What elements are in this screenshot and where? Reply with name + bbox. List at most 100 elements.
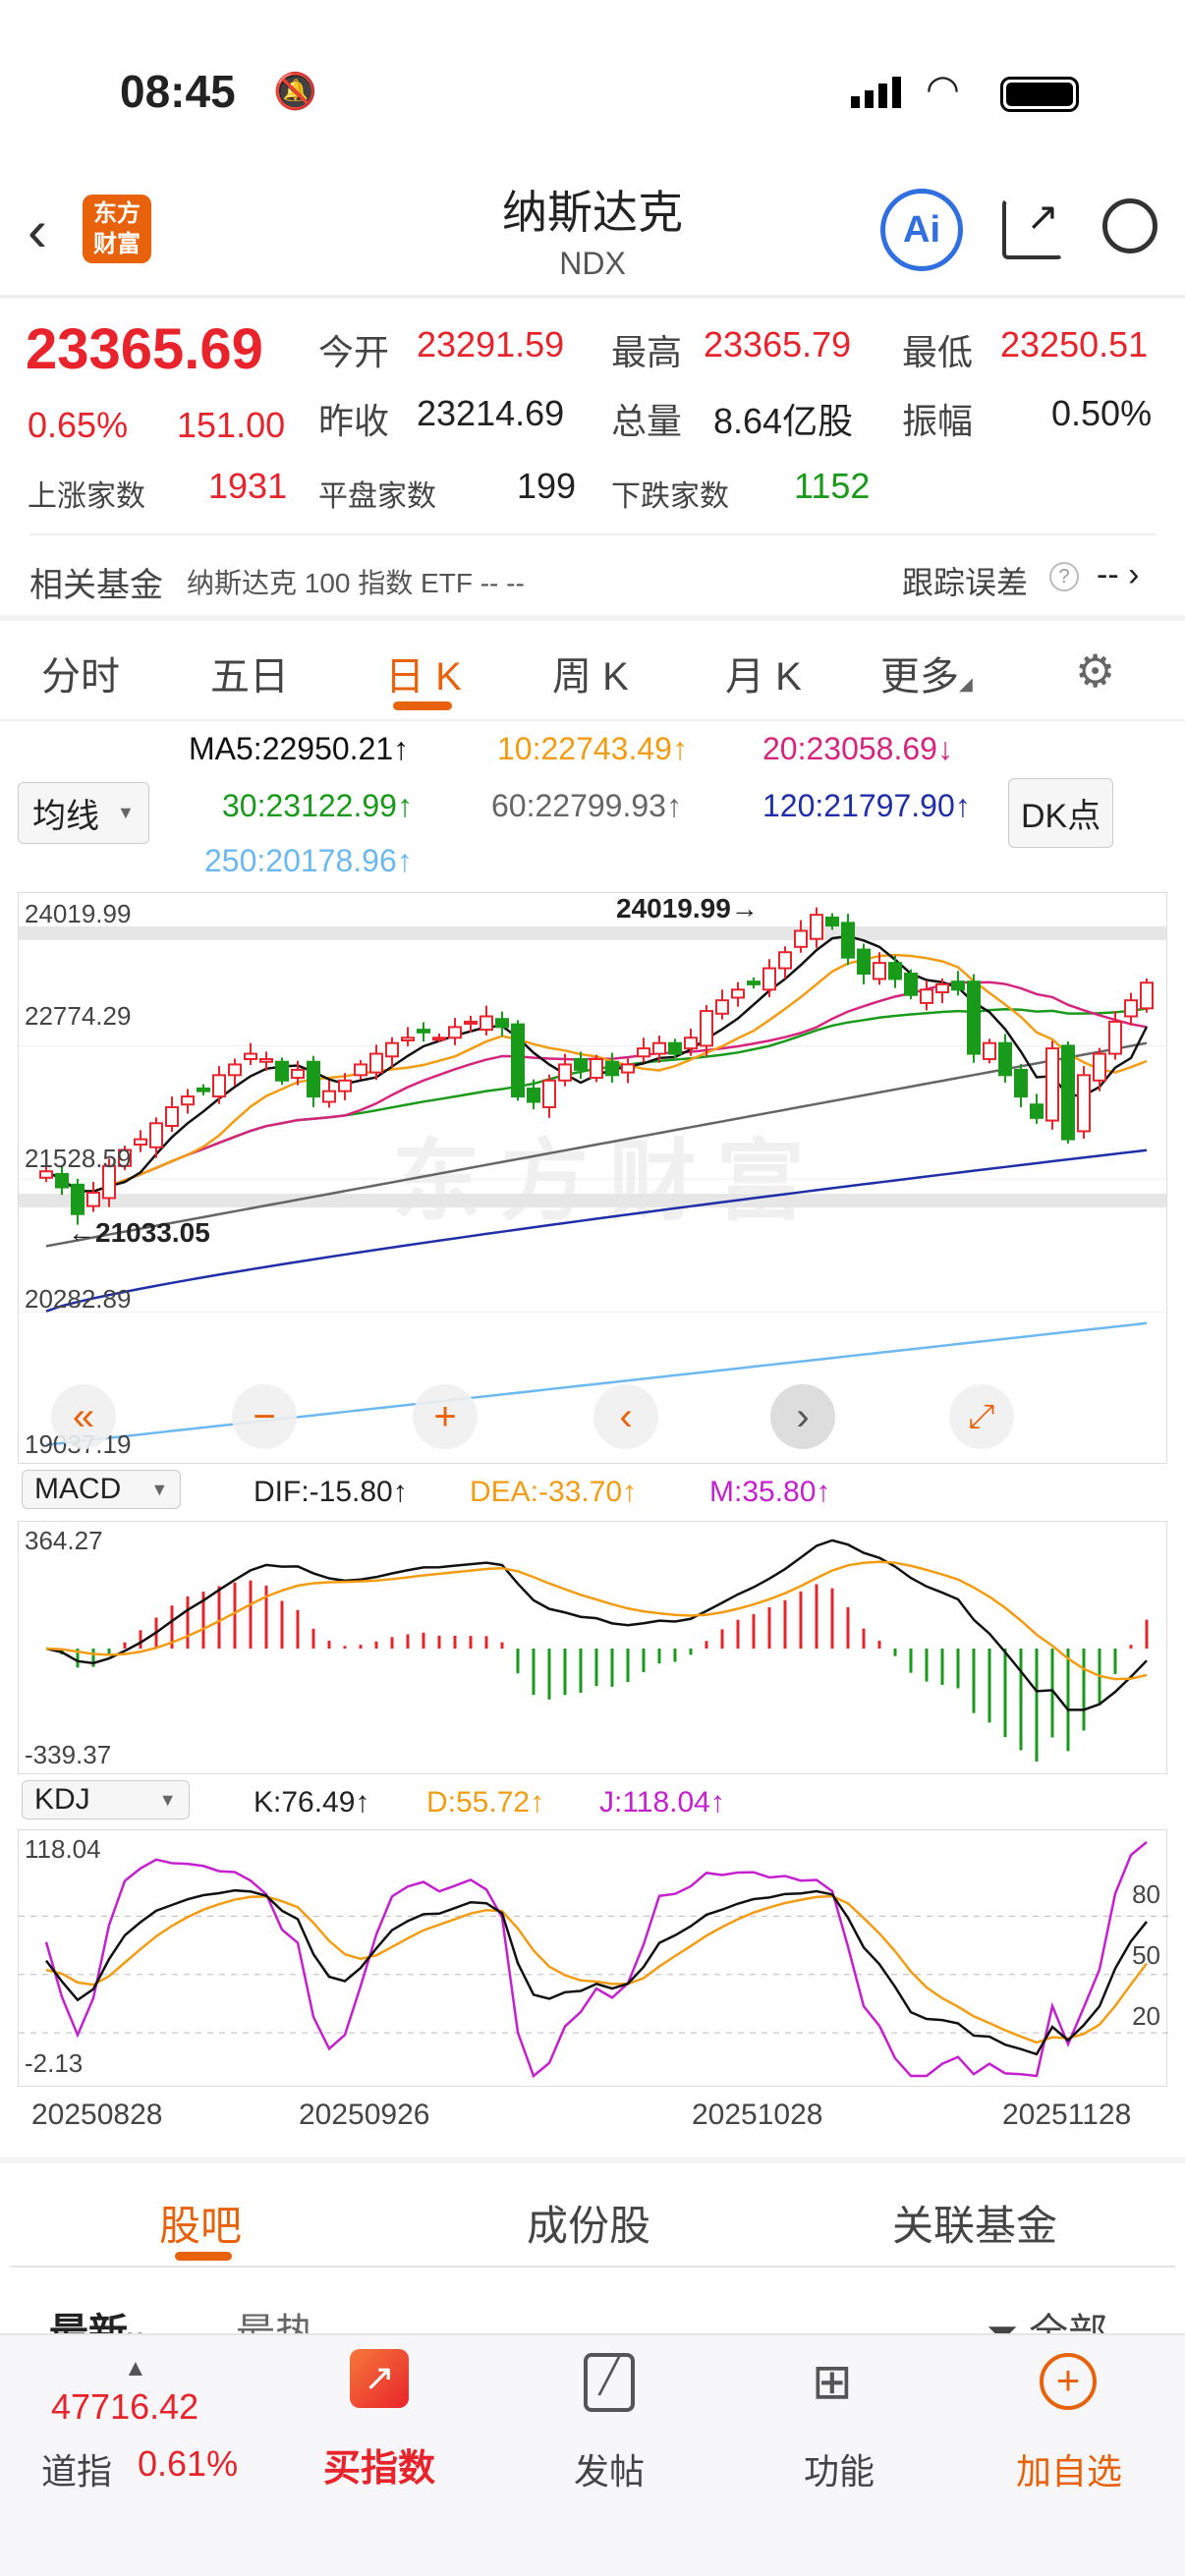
kdj-selector[interactable]: KDJ ▼ (22, 1780, 190, 1820)
divider (0, 719, 1185, 721)
candle-up (1077, 1074, 1091, 1133)
macd-dea: DEA:-33.70↑ (470, 1476, 638, 1508)
macd-selector-label: MACD (34, 1473, 122, 1505)
candle-up (873, 962, 886, 980)
dk-point-button[interactable]: DK点 (1008, 778, 1114, 848)
grid-icon[interactable]: ⊞ (812, 2353, 853, 2410)
x-label: 20250926 (299, 2099, 430, 2131)
tab-guba[interactable]: 股吧 (159, 2193, 242, 2253)
scroll-left-fast-button[interactable]: « (51, 1384, 116, 1449)
candle-up (621, 1063, 635, 1074)
candle-down (197, 1087, 210, 1092)
tab-related-funds[interactable]: 关联基金 (892, 2193, 1057, 2253)
macd-chart[interactable]: 364.27 -339.37 (18, 1521, 1167, 1774)
candle-up (149, 1122, 163, 1148)
related-fund-label: 相关基金 (29, 567, 163, 604)
volume-label: 总量 (611, 401, 683, 441)
macd-selector[interactable]: MACD ▼ (22, 1470, 182, 1509)
scroll-right-button[interactable]: › (770, 1384, 835, 1449)
candle-up (558, 1063, 572, 1082)
candle-up (731, 988, 745, 999)
post-button[interactable]: 发帖 (521, 2443, 698, 2494)
kdj-level-20: 20 (1132, 2001, 1160, 2031)
candle-up (810, 914, 823, 940)
functions-button[interactable]: 功能 (751, 2443, 928, 2494)
zoom-in-button[interactable]: + (413, 1384, 478, 1449)
add-icon[interactable]: + (1040, 2353, 1097, 2410)
candle-up (464, 1020, 478, 1025)
edit-icon[interactable]: ╱ (584, 2353, 635, 2412)
candle-up (354, 1063, 367, 1077)
tab-intraday[interactable]: 分时 (41, 644, 120, 701)
dropdown-icon: ◢ (959, 674, 973, 694)
ma120-value: 120:21797.90↑ (762, 788, 971, 823)
candle-up (542, 1079, 556, 1108)
open-value: 23291.59 (417, 324, 565, 364)
bottom-nav: ▲ 47716.42 道指 0.61% ↗ 买指数 ╱ 发帖 ⊞ 功能 + 加自… (0, 2333, 1185, 2576)
candle-up (1124, 999, 1138, 1018)
active-tab-indicator (175, 2252, 232, 2261)
fullscreen-button[interactable]: ⤢ (949, 1384, 1014, 1449)
dow-pct[interactable]: 0.61% (138, 2443, 238, 2485)
candle-up (480, 1015, 493, 1032)
search-icon[interactable] (1102, 198, 1157, 253)
share-icon[interactable]: ↗ (1002, 197, 1063, 259)
wifi-icon: ◠ (926, 68, 960, 111)
related-fund-name[interactable]: 纳斯达克 100 指数 ETF -- -- (187, 562, 525, 601)
kdj-k-line (45, 1888, 1148, 2056)
up-arrow-icon: ▲ (124, 2355, 147, 2381)
tab-more-label: 更多 (880, 655, 959, 699)
zoom-out-button[interactable]: − (232, 1384, 297, 1449)
high-annotation: 24019.99→ (616, 893, 759, 924)
kline-svg (19, 907, 1168, 1446)
macd-svg (45, 1539, 1149, 1762)
candle-down (825, 916, 839, 927)
prev-close-value: 23214.69 (417, 393, 565, 433)
tab-monthly-k[interactable]: 月 K (725, 644, 802, 701)
ai-button[interactable]: Ai (880, 189, 963, 271)
low-label: 最低 (902, 332, 974, 372)
add-watchlist-button[interactable]: 加自选 (981, 2443, 1157, 2494)
tab-constituents[interactable]: 成份股 (527, 2193, 650, 2253)
dow-value[interactable]: 47716.42 (51, 2386, 198, 2428)
amplitude-label: 振幅 (902, 401, 974, 441)
tab-daily-k[interactable]: 日 K (385, 644, 462, 701)
scroll-left-button[interactable]: ‹ (593, 1384, 658, 1449)
trend-chart-icon[interactable]: ↗ (350, 2349, 409, 2408)
candle-down (888, 962, 902, 980)
flat-count: 199 (517, 466, 577, 506)
ma-selector[interactable]: 均线 ▼ (18, 782, 149, 844)
help-icon[interactable]: ? (1049, 562, 1079, 591)
kdj-j-line (44, 1841, 1148, 2079)
candle-down (1030, 1103, 1044, 1119)
settings-gear-icon[interactable]: ⚙ (1075, 644, 1115, 698)
change-amount: 151.00 (177, 405, 286, 445)
dropdown-icon: ▼ (150, 1479, 169, 1499)
kdj-chart[interactable]: 118.04 -2.13 80 50 20 (18, 1829, 1168, 2087)
candle-down (841, 922, 855, 959)
candle-up (338, 1079, 352, 1092)
tracking-error-value[interactable]: -- › (1097, 556, 1139, 594)
last-price: 23365.69 (26, 317, 263, 381)
y-label: 24019.99 (25, 899, 132, 928)
ma20-line (45, 980, 1148, 1193)
candle-up (401, 1036, 415, 1041)
candle-up (590, 1058, 603, 1080)
status-time: 08:45 (120, 66, 236, 117)
tab-five-day[interactable]: 五日 (210, 644, 289, 701)
candle-down (1014, 1068, 1028, 1098)
macd-max-label: 364.27 (25, 1526, 103, 1555)
dow-label[interactable]: 道指 (41, 2443, 112, 2494)
tab-weekly-k[interactable]: 周 K (552, 644, 629, 701)
kline-chart[interactable]: 东方财富 24019.99 22774.29 21528.59 20282.89… (18, 892, 1168, 1464)
candle-down (574, 1058, 588, 1071)
tab-more[interactable]: 更多◢ (880, 644, 973, 701)
ma30-value: 30:23122.99↑ (222, 788, 413, 823)
volume-value: 8.64亿股 (713, 401, 854, 441)
dk-point-label: DK点 (1021, 798, 1101, 835)
buy-index-button[interactable]: 买指数 (291, 2437, 468, 2492)
candle-up (448, 1026, 462, 1039)
divider (0, 2157, 1185, 2163)
ma-selector-label: 均线 (32, 798, 99, 835)
low-annotation: ←21033.05 (68, 1217, 210, 1248)
